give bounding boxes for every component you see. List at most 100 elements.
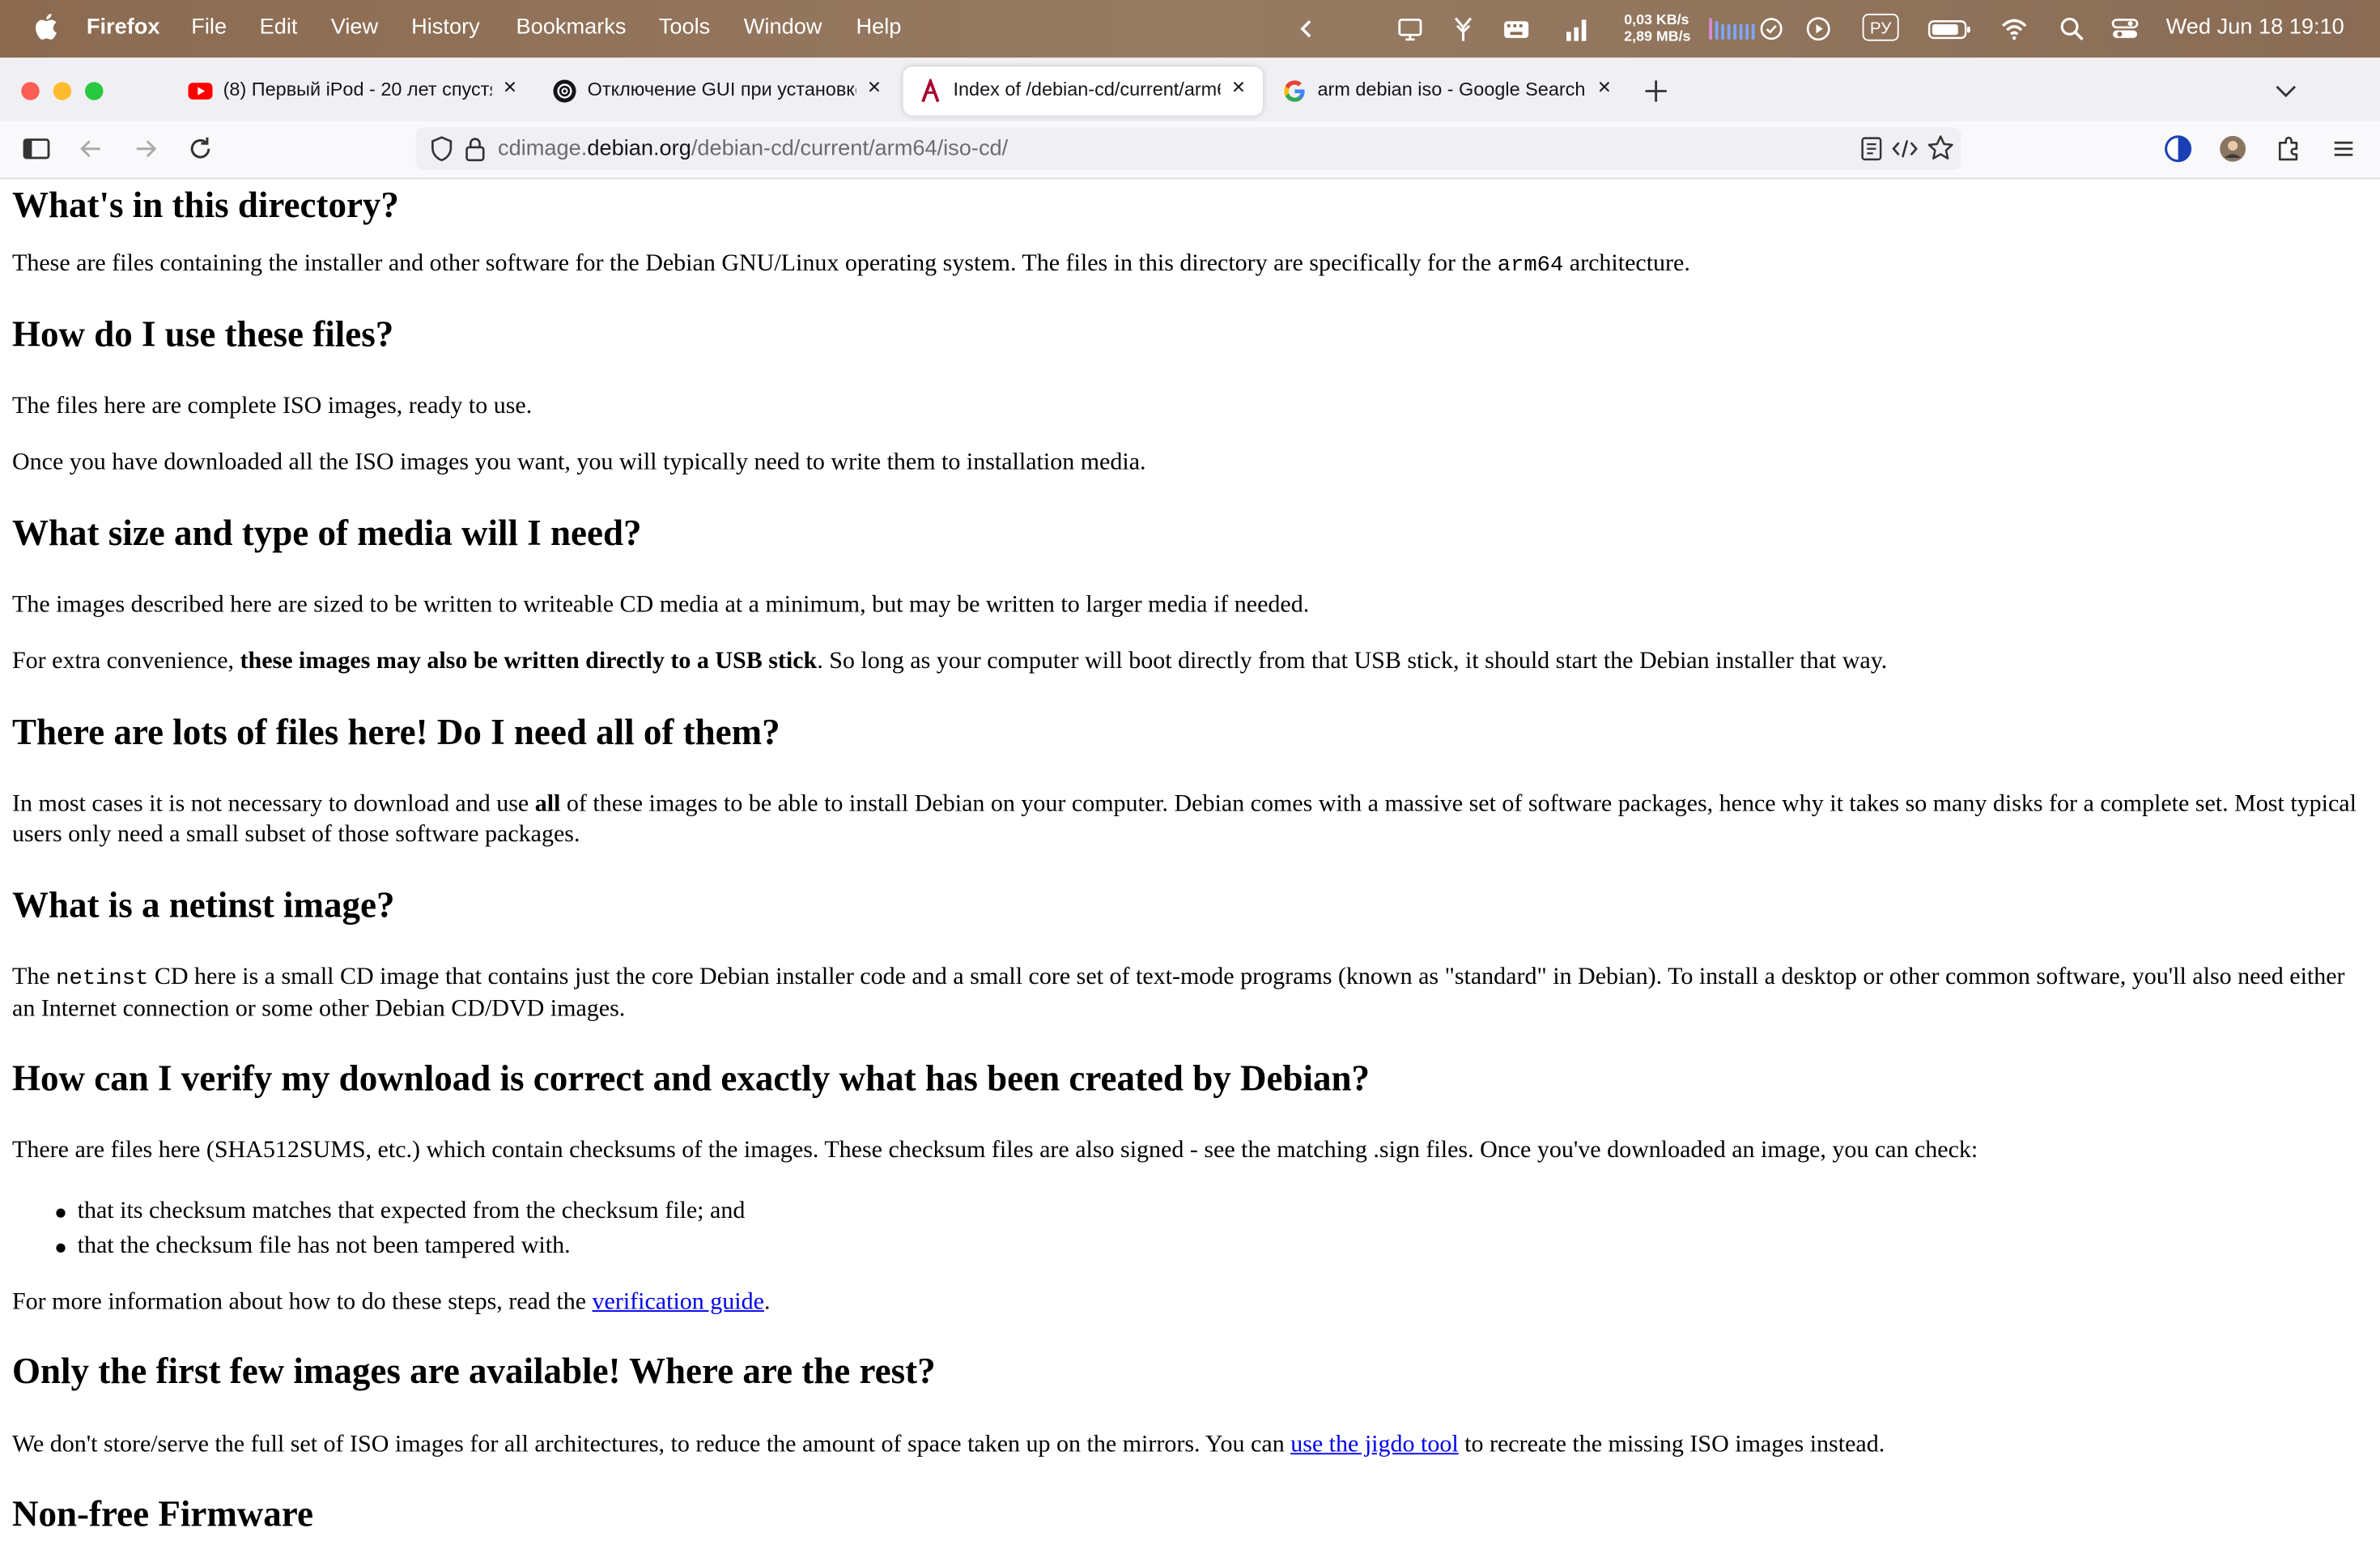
list-item: that the checksum file has not been tamp…: [77, 1232, 571, 1259]
heading-whats-in-directory: What's in this directory?: [12, 186, 399, 227]
tab-title: arm debian iso - Google Search: [1317, 79, 1586, 100]
apple-icon[interactable]: [33, 12, 57, 41]
menu-history[interactable]: History: [411, 15, 480, 40]
heading-first-few-images: Only the first few images are available!…: [12, 1352, 936, 1393]
check-circle-icon[interactable]: [1757, 15, 1785, 43]
paragraph-write-media: Once you have downloaded all the ISO ima…: [12, 449, 1146, 475]
tab-debian-index[interactable]: Index of /debian-cd/current/arm64 ×: [903, 66, 1263, 116]
url-host: debian.org: [587, 136, 691, 161]
heading-lots-of-files: There are lots of files here! Do I need …: [12, 713, 780, 753]
tracking-protection-shield-icon[interactable]: [428, 135, 456, 163]
url-prefix: cdimage.: [498, 136, 588, 161]
url-path: /debian-cd/current/arm64/iso-cd/: [691, 136, 1009, 161]
dark-reader-extension-icon[interactable]: [2163, 134, 2194, 164]
account-avatar-icon[interactable]: [2217, 134, 2248, 164]
paragraph-directory-description: These are files containing the installer…: [12, 249, 2357, 281]
new-tab-plus-icon[interactable]: [1641, 76, 1672, 107]
page-content: What's in this directory? These are file…: [0, 179, 2380, 1548]
control-center-icon[interactable]: [2111, 15, 2139, 43]
heading-non-free-firmware: Non-free Firmware: [12, 1495, 313, 1535]
lock-icon[interactable]: [463, 135, 487, 163]
text: architecture.: [1563, 250, 1690, 277]
paragraph-usb-stick: For extra convenience, these images may …: [12, 647, 2357, 678]
jigdo-tool-link[interactable]: use the jigdo tool: [1290, 1432, 1458, 1458]
text: We don't store/serve the full set of ISO…: [12, 1432, 1291, 1458]
paragraph-netinst: The netinst CD here is a small CD image …: [12, 963, 2357, 1025]
youtube-icon: [188, 83, 213, 100]
bookmark-star-icon[interactable]: [1926, 134, 1955, 163]
close-tab-icon[interactable]: ×: [498, 75, 522, 100]
url-text[interactable]: cdimage.debian.org/debian-cd/current/arm…: [498, 137, 1008, 161]
navigation-toolbar: cdimage.debian.org/debian-cd/current/arm…: [0, 121, 2380, 180]
display-icon[interactable]: [1396, 15, 1424, 43]
bold-text: all: [534, 790, 561, 817]
tab-title: Отключение GUI при установке: [587, 79, 856, 100]
url-bar[interactable]: cdimage.debian.org/debian-cd/current/arm…: [415, 127, 1961, 170]
text: The: [12, 964, 57, 990]
heading-verify-download: How can I verify my download is correct …: [12, 1059, 1371, 1100]
battery-icon[interactable]: [1927, 15, 1973, 43]
menu-file[interactable]: File: [191, 15, 227, 40]
verification-guide-link[interactable]: verification guide: [593, 1289, 764, 1315]
chatgpt-icon: [553, 79, 576, 103]
paragraph-verification-guide: For more information about how to do the…: [12, 1287, 2357, 1318]
heading-media-size: What size and type of media will I need?: [12, 514, 642, 555]
macos-menu-bar: Firefox File Edit View History Bookmarks…: [0, 0, 2380, 58]
menu-view[interactable]: View: [331, 15, 378, 40]
close-tab-icon[interactable]: ×: [1592, 75, 1617, 100]
close-tab-icon[interactable]: ×: [1226, 75, 1251, 100]
debian-icon: [921, 79, 940, 103]
heading-netinst: What is a netinst image?: [12, 887, 395, 926]
stats-bars-icon[interactable]: [1563, 15, 1591, 43]
code-slash-icon[interactable]: [1891, 135, 1919, 163]
text: to recreate the missing ISO images inste…: [1458, 1432, 1885, 1458]
window-zoom-button[interactable]: [85, 82, 104, 100]
spotlight-search-icon[interactable]: [2059, 15, 2086, 43]
text: In most cases it is not necessary to dow…: [12, 790, 535, 817]
back-arrow-icon[interactable]: [76, 134, 107, 164]
extensions-puzzle-icon[interactable]: [2274, 134, 2305, 164]
menu-window[interactable]: Window: [744, 15, 822, 40]
reload-icon[interactable]: [185, 134, 216, 164]
window-minimize-button[interactable]: [53, 82, 72, 100]
chevron-left-icon[interactable]: [1294, 15, 1321, 43]
cpu-meter-icon[interactable]: [1707, 15, 1756, 43]
tab-google-search[interactable]: arm debian iso - Google Search ×: [1268, 67, 1629, 116]
window-close-button[interactable]: [21, 82, 40, 100]
paragraph-jigdo: We don't store/serve the full set of ISO…: [12, 1430, 2357, 1461]
text: For more information about how to do the…: [12, 1288, 593, 1315]
list-item: that its checksum matches that expected …: [77, 1198, 746, 1224]
tab-strip: (8) Первый iPod - 20 лет спустя × Отключ…: [0, 57, 2380, 121]
paragraph-complete-iso: The files here are complete ISO images, …: [12, 393, 533, 419]
fork-icon[interactable]: [1450, 15, 1477, 43]
hamburger-menu-icon[interactable]: [2328, 134, 2359, 164]
play-circle-icon[interactable]: [1804, 15, 1832, 43]
menu-help[interactable]: Help: [856, 15, 902, 40]
netinst-code: netinst: [56, 967, 149, 992]
menu-app-firefox[interactable]: Firefox: [87, 15, 160, 40]
sidebar-toggle-icon[interactable]: [21, 134, 52, 164]
google-icon: [1284, 80, 1305, 102]
menu-edit[interactable]: Edit: [260, 15, 298, 40]
tab-youtube-ipod[interactable]: (8) Первый iPod - 20 лет спустя ×: [173, 67, 534, 116]
bullet: [56, 1243, 66, 1253]
paragraph-cd-media: The images described here are sized to b…: [12, 592, 1310, 619]
menu-tools[interactable]: Tools: [659, 15, 710, 40]
list-all-tabs-chevron-down-icon[interactable]: [2272, 78, 2300, 105]
net-up-text: 0,03 KB/s: [1624, 12, 1689, 29]
keyboard-icon[interactable]: [1502, 15, 1530, 43]
paragraph-not-all-needed: In most cases it is not necessary to dow…: [12, 789, 2357, 850]
reader-view-icon[interactable]: [1858, 135, 1885, 163]
text: CD here is a small CD image that contain…: [12, 964, 2345, 1022]
heading-how-use-files: How do I use these files?: [12, 316, 394, 355]
forward-arrow-icon[interactable]: [130, 134, 161, 164]
wifi-icon[interactable]: [2000, 15, 2028, 43]
tab-title: Index of /debian-cd/current/arm64: [953, 79, 1221, 100]
menu-bookmarks[interactable]: Bookmarks: [516, 15, 627, 40]
menubar-clock[interactable]: Wed Jun 18 19:10: [2166, 15, 2344, 40]
tab-gui-disable[interactable]: Отключение GUI при установке ×: [538, 67, 899, 116]
input-source-badge[interactable]: РУ: [1862, 13, 1899, 41]
close-tab-icon[interactable]: ×: [862, 75, 886, 100]
network-speed[interactable]: 0,03 KB/s 2,89 MB/s: [1624, 12, 1690, 45]
paragraph-checksums: There are files here (SHA512SUMS, etc.) …: [12, 1137, 1978, 1164]
